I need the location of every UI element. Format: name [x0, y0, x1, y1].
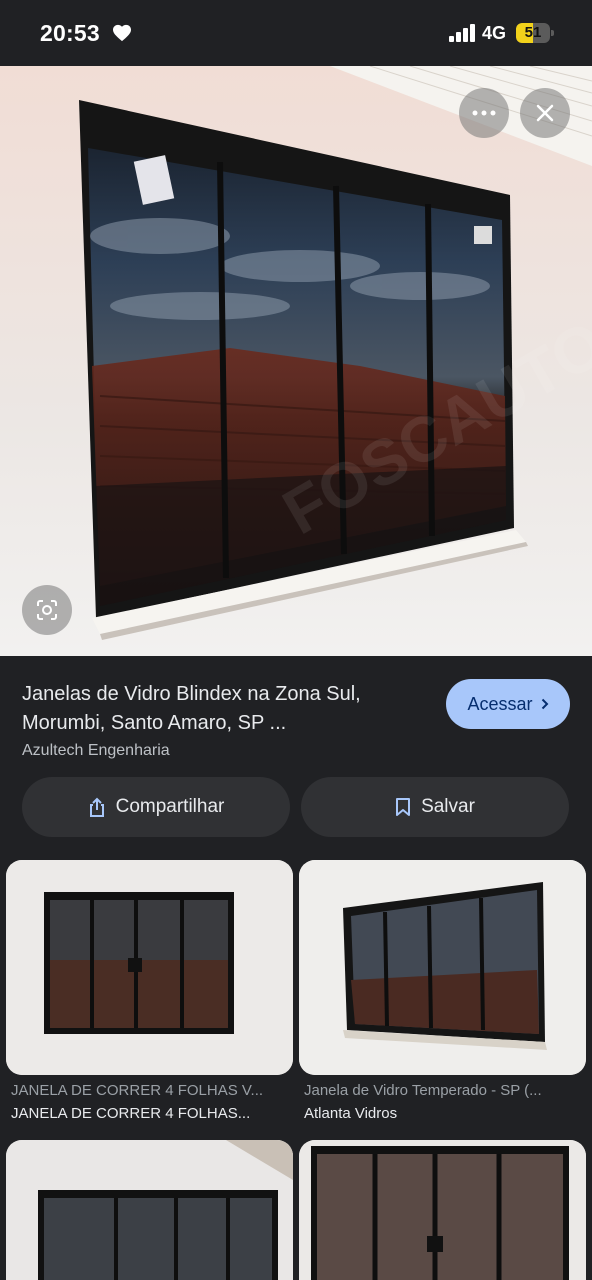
- share-button-label: Compartilhar: [115, 796, 225, 817]
- image-preview[interactable]: FOSCAUTO: [0, 66, 592, 656]
- status-bar: 20:53 4G 51: [0, 0, 592, 66]
- more-horizontal-icon: [472, 110, 496, 116]
- related-2-source: Atlanta Vidros: [304, 1105, 398, 1122]
- save-button-label: Salvar: [421, 796, 475, 817]
- related-image-3[interactable]: [6, 1140, 293, 1280]
- window-thumbnail: [299, 1140, 586, 1280]
- related-image-1[interactable]: [6, 860, 293, 1075]
- lens-search-button[interactable]: [22, 585, 72, 635]
- battery-level: 51: [524, 24, 542, 41]
- related-2-title: Janela de Vidro Temperado - SP (...: [304, 1082, 542, 1099]
- close-button[interactable]: [520, 88, 570, 138]
- chevron-right-icon: [541, 698, 548, 710]
- save-button[interactable]: Salvar: [301, 777, 569, 837]
- related-image-4[interactable]: [299, 1140, 586, 1280]
- visit-button-label: Acessar: [467, 693, 533, 714]
- window-thumbnail: [6, 1140, 293, 1280]
- related-1-title: JANELA DE CORRER 4 FOLHAS V...: [11, 1082, 264, 1099]
- related-1-source: JANELA DE CORRER 4 FOLHAS...: [11, 1105, 251, 1122]
- window-thumbnail: [299, 860, 586, 1075]
- share-icon: [89, 797, 104, 817]
- status-time: 20:53: [40, 20, 100, 46]
- window-thumbnail: [6, 860, 293, 1075]
- signal-icon: [449, 24, 475, 42]
- visit-button[interactable]: Acessar: [446, 679, 570, 729]
- share-button[interactable]: Compartilhar: [22, 777, 290, 837]
- related-image-2[interactable]: [299, 860, 586, 1075]
- result-info: Janelas de Vidro Blindex na Zona Sul, Mo…: [0, 656, 592, 856]
- battery-icon: 51: [516, 23, 554, 43]
- close-icon: [536, 104, 554, 122]
- bookmark-icon: [396, 798, 411, 816]
- more-options-button[interactable]: [459, 88, 509, 138]
- network-type: 4G: [482, 23, 507, 43]
- result-title[interactable]: Janelas de Vidro Blindex na Zona Sul, Mo…: [22, 680, 422, 738]
- result-source: Azultech Engenharia: [22, 742, 170, 759]
- lens-search-icon: [37, 600, 57, 620]
- window-photo: FOSCAUTO: [0, 66, 592, 656]
- heart-icon: [113, 24, 131, 42]
